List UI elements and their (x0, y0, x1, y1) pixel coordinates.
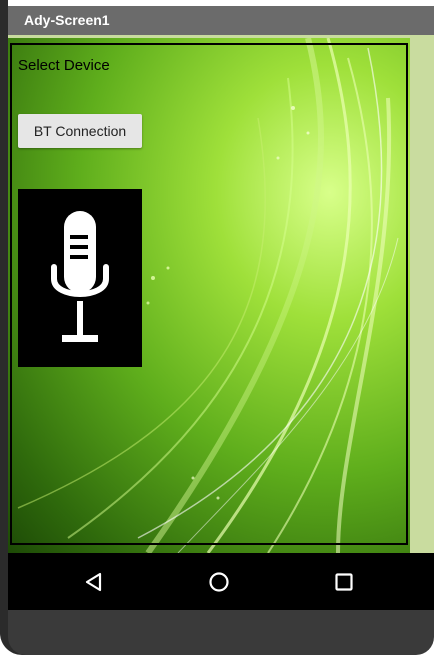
vertical-arrangement: Select Device BT Connection (10, 43, 408, 545)
recents-button[interactable] (329, 567, 359, 597)
app-title: Ady-Screen1 (24, 12, 110, 28)
recents-square-icon (335, 573, 353, 591)
app-title-bar: Ady-Screen1 (8, 6, 434, 35)
home-circle-icon (209, 572, 229, 592)
select-device-label[interactable]: Select Device (18, 57, 110, 74)
home-button[interactable] (204, 567, 234, 597)
screen-content: Select Device BT Connection (8, 35, 434, 553)
bt-connection-button[interactable]: BT Connection (18, 114, 142, 148)
microphone-icon (51, 211, 109, 342)
device: Ady-Screen1 Select Device BT Connection (0, 0, 434, 655)
microphone-button[interactable] (18, 189, 142, 367)
android-navigation-bar (8, 553, 434, 610)
back-button[interactable] (79, 567, 109, 597)
phone-bezel (8, 610, 434, 655)
screen: Ady-Screen1 Select Device BT Connection (8, 0, 434, 610)
back-triangle-icon (85, 572, 102, 592)
